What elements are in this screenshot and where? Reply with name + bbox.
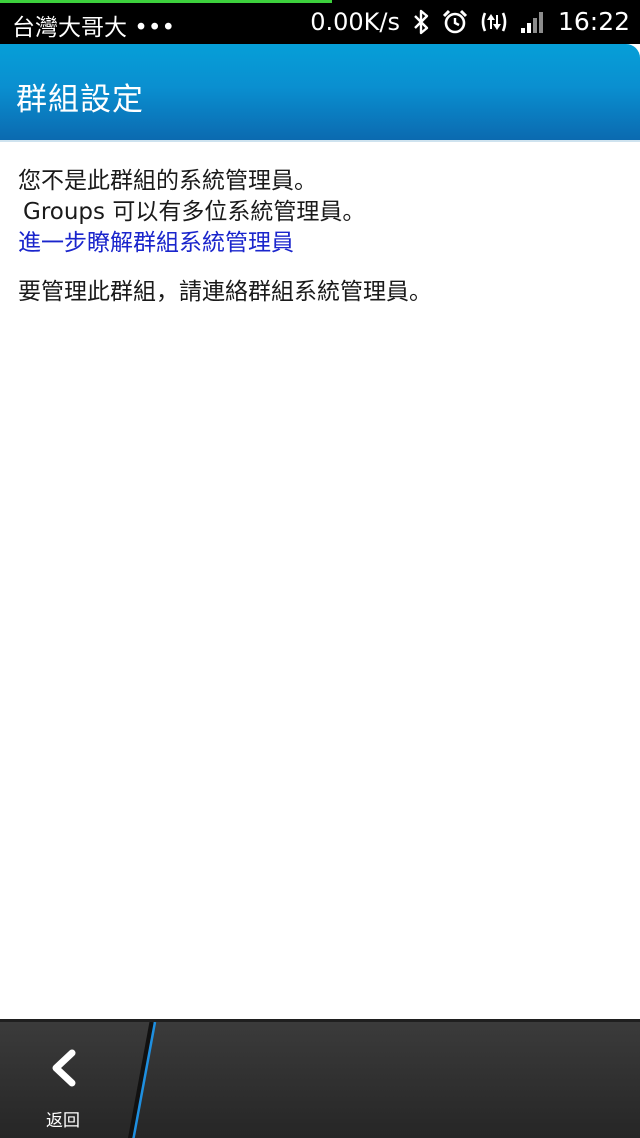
status-right-group: 0.00K/s 16:22 [310, 7, 630, 36]
carrier-name: 台灣大哥大 ••• [12, 15, 176, 41]
status-bar: 台灣大哥大 ••• 0.00K/s 16:22 [0, 0, 640, 44]
multi-admin-text: Groups 可以有多位系統管理員。 [23, 199, 366, 225]
app-header: 群組設定 [0, 44, 640, 142]
learn-more-link[interactable]: 進一步瞭解群組系統管理員 [18, 228, 294, 259]
chevron-left-icon [46, 1048, 80, 1092]
main-content: 您不是此群組的系統管理員。 Groups 可以有多位系統管理員。 進一步瞭解群組… [18, 166, 618, 308]
bluetooth-icon [412, 9, 430, 35]
page-title: 群組設定 [16, 82, 144, 118]
contact-admin-text: 要管理此群組，請連絡群組系統管理員。 [18, 279, 432, 305]
signal-icon [520, 10, 546, 34]
network-speed: 0.00K/s [310, 7, 400, 36]
alarm-icon [442, 9, 468, 35]
back-button[interactable]: 返回 [0, 1022, 130, 1138]
bottom-action-bar: 返回 [0, 1019, 640, 1138]
status-progress-bar [0, 0, 332, 3]
data-transfer-icon [480, 9, 508, 35]
not-admin-text: 您不是此群組的系統管理員。 [18, 168, 317, 194]
action-bar-separator [128, 1022, 157, 1138]
status-time: 16:22 [557, 7, 630, 36]
back-label: 返回 [46, 1111, 80, 1131]
